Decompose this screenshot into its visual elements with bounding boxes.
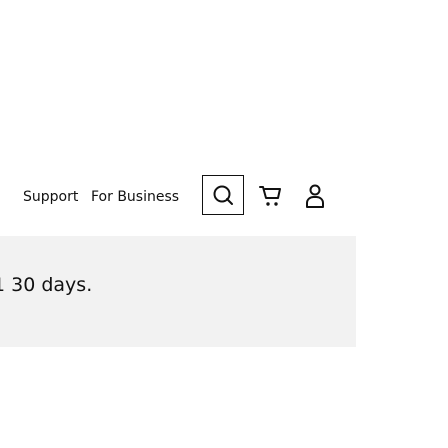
search-icon: [213, 185, 233, 205]
account-icon: [306, 184, 324, 208]
nav-link-for-business[interactable]: For Business: [91, 188, 179, 206]
cart-icon: [259, 186, 281, 206]
search-button[interactable]: [202, 175, 244, 215]
cart-button[interactable]: [254, 180, 286, 212]
nav-link-support[interactable]: Support: [23, 188, 78, 206]
page: Support For Business 1 30 days.: [0, 0, 448, 448]
promo-text: 1 30 days.: [0, 274, 93, 296]
account-button[interactable]: [299, 179, 331, 213]
